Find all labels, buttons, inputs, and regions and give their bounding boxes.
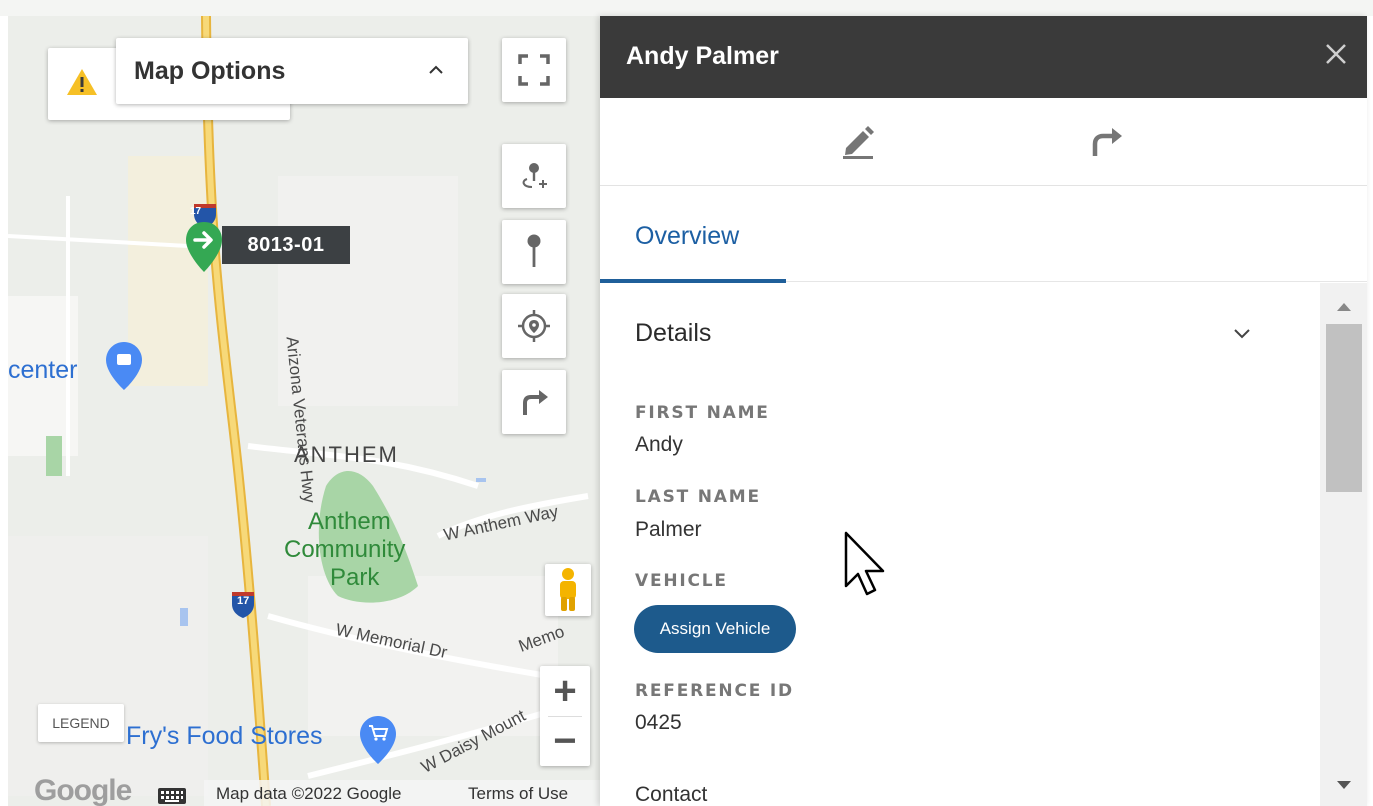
vehicle-label: VEHICLE (635, 571, 728, 591)
warning-icon[interactable] (64, 64, 100, 100)
locate-button[interactable] (502, 294, 566, 358)
action-bar (600, 98, 1367, 186)
locate-icon (518, 310, 550, 342)
route-button[interactable] (502, 370, 566, 434)
map-view[interactable]: 17 17 center ANTHEM Anthem Community Par… (8, 16, 600, 806)
chevron-up-icon (429, 65, 443, 74)
first-name-value: Andy (635, 433, 683, 456)
panel-content: Details FIRST NAME Andy LAST NAME Palmer… (600, 283, 1320, 806)
last-name-label: LAST NAME (635, 487, 761, 507)
fullscreen-icon (518, 54, 550, 86)
section-title-details: Details (635, 319, 712, 347)
detail-panel: Andy Palmer Overview Details FIRST NAME … (600, 16, 1367, 806)
vehicle-marker-icon[interactable] (184, 220, 224, 276)
fullscreen-button[interactable] (502, 38, 566, 102)
keyboard-icon[interactable] (158, 788, 186, 804)
triangle-down-icon (1337, 781, 1351, 789)
shield-label: 17 (190, 206, 202, 217)
chevron-down-icon[interactable] (1230, 321, 1254, 345)
tab-bar: Overview (600, 186, 1367, 283)
scroll-up-button[interactable] (1326, 296, 1362, 318)
pin-icon (527, 234, 541, 267)
reference-id-value: 0425 (635, 711, 682, 734)
close-icon[interactable] (1320, 38, 1352, 70)
add-stop-icon (522, 163, 547, 188)
zoom-controls: + − (540, 666, 590, 766)
mouse-cursor-icon (844, 531, 885, 596)
pencil-icon (843, 126, 874, 159)
last-name-value: Palmer (635, 518, 702, 541)
share-button[interactable] (1084, 120, 1128, 164)
shield-label: 17 (237, 595, 250, 607)
tab-overview-label: Overview (635, 222, 740, 250)
vehicle-marker-label[interactable]: 8013-01 (222, 226, 350, 264)
tab-overview[interactable]: Overview (600, 186, 786, 283)
zoom-in-button[interactable]: + (540, 666, 590, 716)
triangle-up-icon (1337, 303, 1351, 311)
top-strip (0, 0, 1373, 16)
map-options-title: Map Options (134, 56, 286, 85)
first-name-label: FIRST NAME (635, 403, 770, 423)
scroll-down-button[interactable] (1326, 774, 1362, 796)
google-logo: Google (34, 774, 132, 806)
place-pin-button[interactable] (502, 220, 566, 284)
place-label-center: center (8, 356, 78, 384)
share-arrow-icon (1092, 128, 1122, 156)
terms-link[interactable]: Terms of Use (468, 784, 568, 804)
map-options-toggle[interactable]: Map Options (116, 38, 468, 104)
panel-title: Andy Palmer (626, 42, 779, 70)
panel-header: Andy Palmer (600, 16, 1367, 98)
map-data-text: Map data ©2022 Google (216, 784, 402, 803)
section-title-contact[interactable]: Contact (635, 783, 707, 806)
map-attribution: Google Map data ©2022 Google Terms of Us… (8, 774, 600, 806)
edit-button[interactable] (836, 120, 880, 164)
route-icon (523, 390, 548, 415)
street-view-button[interactable] (545, 564, 591, 616)
add-stop-button[interactable] (502, 144, 566, 208)
park-label-line3: Park (330, 564, 380, 591)
place-label-frys: Fry's Food Stores (126, 722, 323, 750)
legend-button[interactable]: LEGEND (38, 704, 124, 742)
assign-vehicle-button[interactable]: Assign Vehicle (634, 605, 796, 653)
pegman-icon (560, 568, 576, 611)
zoom-out-button[interactable]: − (540, 716, 590, 766)
scrollbar-thumb[interactable] (1326, 324, 1362, 492)
reference-id-label: REFERENCE ID (635, 681, 794, 701)
